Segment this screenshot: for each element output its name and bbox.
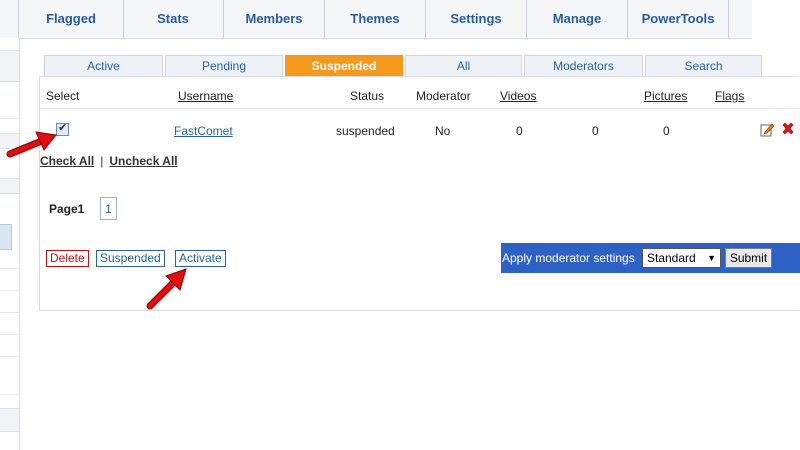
tab-pending[interactable]: Pending: [165, 55, 283, 76]
row-videos: 0: [516, 124, 523, 138]
header-username[interactable]: Username: [178, 89, 233, 103]
header-flags[interactable]: Flags: [715, 89, 744, 103]
sidebar-block: [0, 408, 19, 432]
moderator-level-select[interactable]: Standard ▼: [642, 248, 721, 268]
chevron-down-icon: ▼: [707, 253, 716, 263]
uncheck-all-link[interactable]: Uncheck All: [109, 154, 177, 168]
annotation-arrow-icon: [146, 268, 187, 310]
tab-suspended[interactable]: Suspended: [285, 55, 403, 76]
row-moderator: No: [435, 124, 451, 138]
nav-stats[interactable]: Stats: [123, 0, 224, 38]
submit-button[interactable]: Submit: [725, 248, 772, 268]
nav-settings[interactable]: Settings: [426, 0, 527, 38]
header-videos[interactable]: Videos: [500, 89, 536, 103]
sidebar-selected-item[interactable]: [0, 224, 12, 250]
nav-members[interactable]: Members: [224, 0, 325, 38]
selection-links: Check All | Uncheck All: [40, 154, 178, 168]
sidebar-divider: [0, 118, 19, 119]
sidebar-divider: [0, 334, 19, 335]
row-username[interactable]: FastComet: [174, 124, 233, 138]
header-moderator: Moderator: [416, 89, 471, 103]
row-pictures: 0: [663, 124, 670, 138]
suspended-button[interactable]: Suspended: [96, 250, 165, 267]
sidebar-divider: [0, 312, 19, 313]
top-navigation: Flagged Stats Members Themes Settings Ma…: [0, 0, 752, 39]
nav-powertools[interactable]: PowerTools: [628, 0, 729, 38]
tab-search[interactable]: Search: [645, 55, 762, 76]
page-link-1[interactable]: 1: [100, 197, 117, 220]
sidebar-divider: [0, 290, 19, 291]
nav-flagged[interactable]: Flagged: [18, 0, 124, 38]
moderator-level-value: Standard: [647, 251, 696, 265]
sidebar-block: [0, 178, 19, 194]
header-divider: [40, 108, 800, 109]
nav-manage[interactable]: Manage: [527, 0, 628, 38]
tab-all[interactable]: All: [405, 55, 522, 76]
header-select: Select: [46, 89, 80, 103]
edit-icon[interactable]: [760, 122, 775, 137]
delete-icon[interactable]: [781, 122, 795, 136]
moderator-settings-label: Apply moderator settings: [502, 251, 635, 265]
row-status: suspended: [336, 124, 395, 138]
sidebar-divider: [0, 356, 19, 357]
page-label: Page1: [49, 202, 85, 216]
sidebar-divider: [0, 268, 19, 269]
sidebar-block: [0, 50, 19, 82]
header-status: Status: [350, 89, 385, 103]
row-count: 0: [592, 124, 599, 138]
selection-separator: |: [100, 154, 104, 168]
moderator-settings-bar: Apply moderator settings Standard ▼ Subm…: [501, 243, 800, 273]
tab-moderators[interactable]: Moderators: [524, 55, 643, 76]
nav-themes[interactable]: Themes: [325, 0, 426, 38]
sidebar-divider: [0, 394, 19, 395]
tab-active[interactable]: Active: [44, 55, 163, 76]
left-sidebar: [0, 38, 20, 450]
annotation-arrow-icon: [6, 131, 57, 158]
header-pictures[interactable]: Pictures: [644, 89, 687, 103]
delete-button[interactable]: Delete: [46, 250, 89, 267]
activate-button[interactable]: Activate: [175, 250, 226, 267]
